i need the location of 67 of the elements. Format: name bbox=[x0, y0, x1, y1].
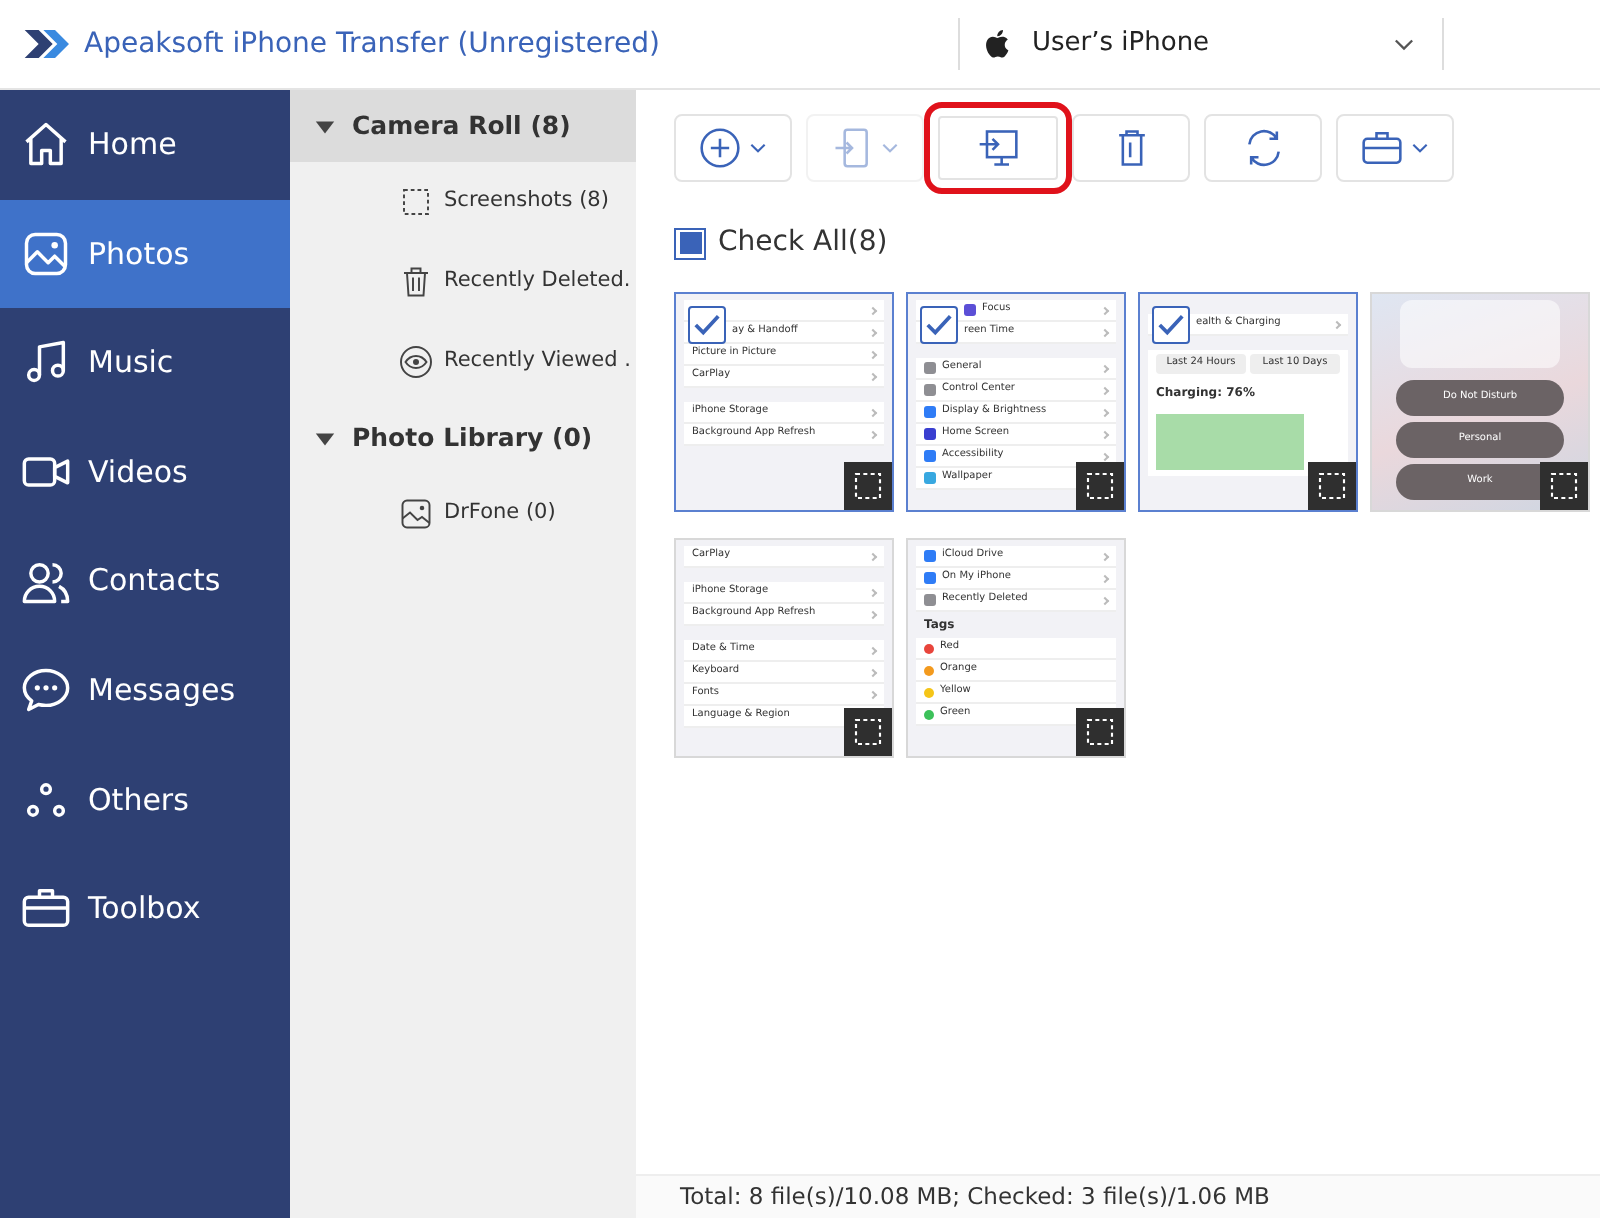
screenshot-icon bbox=[1084, 716, 1116, 748]
screenshot-icon bbox=[852, 470, 884, 502]
screenshot-icon bbox=[1548, 470, 1580, 502]
chevron-icon bbox=[868, 349, 878, 359]
tree-group[interactable]: Photo Library (0) bbox=[290, 402, 636, 474]
chevron-icon bbox=[1100, 407, 1110, 417]
chevron-icon bbox=[868, 371, 878, 381]
chevron-icon bbox=[1332, 319, 1342, 329]
chevron-icon bbox=[1100, 363, 1110, 373]
device-selector[interactable]: User’s iPhone bbox=[958, 18, 1444, 70]
photo-icon bbox=[20, 227, 72, 280]
screenshot-icon bbox=[398, 184, 434, 220]
device-name: User’s iPhone bbox=[1032, 26, 1210, 63]
thumbnail-checkbox[interactable] bbox=[1152, 306, 1190, 344]
message-bubble-icon bbox=[20, 664, 72, 717]
sidebar-item[interactable]: Videos bbox=[0, 417, 290, 527]
thumbnail-checkbox[interactable] bbox=[688, 306, 726, 344]
chevron-icon bbox=[868, 305, 878, 315]
tree-item[interactable]: Recently Deleted. bbox=[290, 242, 636, 322]
checkmark-icon bbox=[924, 310, 954, 340]
chevron-icon bbox=[868, 689, 878, 699]
trash-icon bbox=[398, 264, 434, 300]
chevron-icon bbox=[868, 609, 878, 619]
eye-icon bbox=[398, 344, 434, 380]
sidebar-item[interactable]: Toolbox bbox=[0, 854, 290, 964]
chevron-icon bbox=[868, 667, 878, 677]
thumbnail-checkbox[interactable] bbox=[920, 306, 958, 344]
toolbar-button[interactable] bbox=[924, 102, 1072, 194]
chevron-icon bbox=[868, 429, 878, 439]
sidebar-item[interactable]: Contacts bbox=[0, 526, 290, 636]
tree-item[interactable]: Recently Viewed . bbox=[290, 322, 636, 402]
sidebar-item[interactable]: Music bbox=[0, 308, 290, 418]
check-all-label[interactable]: Check All(8) bbox=[718, 222, 888, 264]
sidebar-item[interactable]: Photos bbox=[0, 199, 290, 309]
chevron-icon bbox=[1100, 385, 1110, 395]
screenshot-icon bbox=[852, 716, 884, 748]
chevron-icon bbox=[1100, 573, 1110, 583]
chevron-icon bbox=[868, 551, 878, 561]
tree-group[interactable]: Camera Roll (8) bbox=[290, 90, 636, 162]
chevron-icon bbox=[868, 407, 878, 417]
home-icon bbox=[20, 118, 72, 171]
sidebar-item[interactable]: Home bbox=[0, 90, 290, 200]
tree-item[interactable]: DrFone (0) bbox=[290, 474, 636, 554]
chevron-icon bbox=[1100, 451, 1110, 461]
chevron-icon bbox=[868, 645, 878, 655]
chevron-icon bbox=[1100, 305, 1110, 315]
check-all-checkbox[interactable] bbox=[674, 227, 706, 259]
chevron-icon bbox=[1100, 551, 1110, 561]
checkmark-icon bbox=[1156, 310, 1186, 340]
chevron-icon bbox=[868, 327, 878, 337]
sidebar-item[interactable]: Messages bbox=[0, 635, 290, 746]
screenshot-icon bbox=[1084, 470, 1116, 502]
chevron-icon bbox=[1100, 595, 1110, 605]
monitor-import-icon bbox=[976, 126, 1020, 170]
status-text: Total: 8 file(s)/10.08 MB; Checked: 3 file(s)/1.06 MB bbox=[680, 1179, 1270, 1214]
briefcase-icon bbox=[1360, 126, 1404, 170]
screenshot-icon bbox=[1316, 470, 1348, 502]
chevron-icon bbox=[1100, 327, 1110, 337]
sidebar-item[interactable]: Others bbox=[0, 745, 290, 855]
app-title: Apeaksoft iPhone Transfer (Unregistered) bbox=[84, 25, 660, 63]
chevron-icon bbox=[868, 587, 878, 597]
phone-import-icon bbox=[830, 126, 874, 170]
chevron-icon bbox=[1100, 429, 1110, 439]
checkmark-icon bbox=[692, 310, 722, 340]
tree-item[interactable]: Screenshots (8) bbox=[290, 162, 636, 242]
album-icon bbox=[398, 496, 434, 532]
add-icon bbox=[698, 126, 742, 170]
